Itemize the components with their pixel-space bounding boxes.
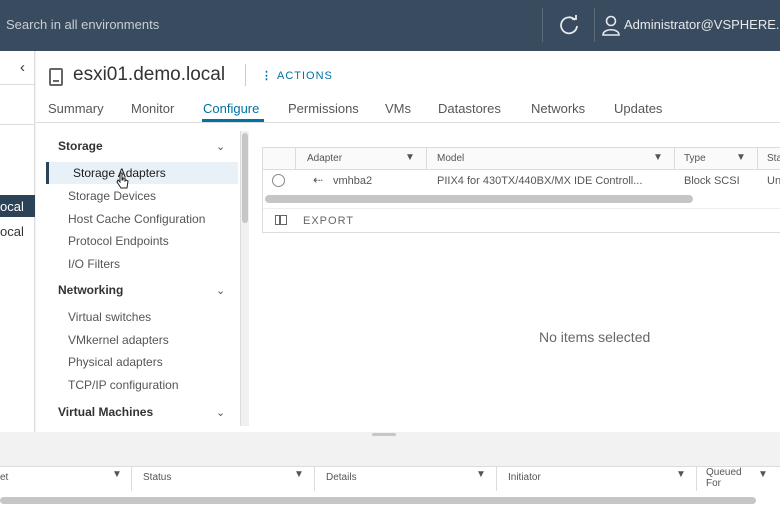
tab-summary[interactable]: Summary: [48, 101, 104, 116]
tab-vms[interactable]: VMs: [385, 101, 411, 116]
column-header-status[interactable]: Sta: [767, 153, 780, 164]
column-header-target[interactable]: et: [0, 472, 8, 483]
column-divider: [295, 148, 296, 170]
filter-icon[interactable]: ▼: [653, 152, 663, 163]
horizontal-scrollbar[interactable]: [0, 497, 756, 504]
tree-node-selected[interactable]: ocal: [0, 195, 35, 217]
column-divider: [426, 148, 427, 170]
global-search-input[interactable]: Search in all environments: [6, 17, 159, 32]
column-divider: [131, 467, 132, 491]
menu-section-networking[interactable]: Networking: [58, 283, 123, 297]
page-title: esxi01.demo.local: [73, 64, 226, 85]
main-content: esxi01.demo.local ⋮ ACTIONS Summary Monit…: [36, 51, 780, 432]
column-divider: [674, 148, 675, 170]
column-divider: [496, 467, 497, 491]
menu-item-storage-devices[interactable]: Storage Devices: [68, 189, 156, 203]
tab-permissions[interactable]: Permissions: [288, 101, 359, 116]
tree-node[interactable]: ocal: [0, 220, 35, 242]
user-icon: [602, 15, 620, 36]
column-divider: [314, 467, 315, 491]
menu-item-io-filters[interactable]: I/O Filters: [68, 257, 120, 271]
filter-icon[interactable]: ▼: [736, 152, 746, 163]
filter-icon[interactable]: ▼: [676, 469, 686, 480]
divider: [0, 84, 35, 85]
chevron-down-icon[interactable]: ⌄: [216, 140, 225, 153]
filter-icon[interactable]: ▼: [476, 469, 486, 480]
chevron-left-icon[interactable]: ‹: [20, 59, 25, 76]
cell-model: PIIX4 for 430TX/440BX/MX IDE Controll...: [437, 175, 643, 187]
column-header-details[interactable]: Details: [326, 472, 357, 483]
column-header-model[interactable]: Model: [437, 153, 464, 164]
tab-updates[interactable]: Updates: [614, 101, 662, 116]
mouse-cursor-icon: [116, 172, 129, 189]
menu-item-tcpip-configuration[interactable]: TCP/IP configuration: [68, 378, 179, 392]
menu-item-host-cache-configuration[interactable]: Host Cache Configuration: [68, 212, 205, 226]
configure-settings-menu: Storage ⌄ Storage Adapters Storage Devic…: [46, 131, 241, 426]
kebab-icon: ⋮: [261, 70, 273, 82]
chevron-down-icon[interactable]: ⌄: [216, 406, 225, 419]
divider: [0, 124, 35, 125]
chevron-down-icon[interactable]: ⌄: [216, 284, 225, 297]
cell-adapter: vmhba2: [333, 175, 373, 187]
scrollbar-thumb[interactable]: [242, 133, 248, 223]
topbar-divider: [542, 8, 543, 42]
tab-configure[interactable]: Configure: [203, 101, 259, 116]
column-header-initiator[interactable]: Initiator: [508, 472, 541, 483]
column-header-type[interactable]: Type: [684, 153, 706, 164]
cell-type: Block SCSI: [684, 175, 740, 187]
row-select-radio[interactable]: [272, 174, 285, 187]
grid-horizontal-scrollbar[interactable]: [265, 195, 693, 203]
storage-adapters-grid: Adapter ▼ Model ▼ Type ▼ Sta ⇠ vmhba2 PI…: [262, 147, 780, 233]
column-divider: [757, 148, 758, 170]
tab-bar: Summary Monitor Configure Permissions VM…: [36, 97, 780, 123]
cell-status: Un: [767, 175, 780, 187]
active-tab-indicator: [202, 119, 264, 122]
recent-tasks-panel: et ▼ Status ▼ Details ▼ Initiator ▼ Queu…: [0, 466, 780, 516]
actions-menu[interactable]: ⋮ ACTIONS: [261, 69, 333, 82]
refresh-icon[interactable]: [556, 12, 582, 38]
topbar-divider: [594, 8, 595, 42]
filter-icon[interactable]: ▼: [112, 469, 122, 480]
panel-splitter[interactable]: [0, 432, 780, 468]
tab-monitor[interactable]: Monitor: [131, 101, 174, 116]
column-header-queued-for[interactable]: Queued For: [706, 467, 750, 489]
export-button[interactable]: EXPORT: [303, 215, 354, 227]
column-header-status[interactable]: Status: [143, 472, 171, 483]
menu-item-virtual-switches[interactable]: Virtual switches: [68, 310, 151, 324]
adapter-icon: ⇠: [313, 173, 324, 187]
filter-icon[interactable]: ▼: [294, 469, 304, 480]
tab-datastores[interactable]: Datastores: [438, 101, 501, 116]
tab-networks[interactable]: Networks: [531, 101, 585, 116]
divider: [245, 64, 246, 86]
table-row[interactable]: ⇠ vmhba2 PIIX4 for 430TX/440BX/MX IDE Co…: [263, 170, 780, 192]
filter-icon[interactable]: ▼: [758, 469, 768, 480]
menu-item-vmkernel-adapters[interactable]: VMkernel adapters: [68, 333, 169, 347]
menu-section-storage[interactable]: Storage: [58, 139, 103, 153]
details-empty-message: No items selected: [539, 329, 651, 345]
menu-item-protocol-endpoints[interactable]: Protocol Endpoints: [68, 234, 169, 248]
column-header-adapter[interactable]: Adapter: [307, 153, 342, 164]
menu-section-virtual-machines[interactable]: Virtual Machines: [58, 405, 153, 419]
column-divider: [696, 467, 697, 491]
filter-icon[interactable]: ▼: [405, 152, 415, 163]
menu-scrollbar[interactable]: [241, 131, 249, 426]
splitter-handle[interactable]: [372, 433, 396, 436]
top-bar: Search in all environments Administrator…: [0, 0, 780, 51]
inventory-tree-panel: ‹ ocal ocal: [0, 51, 35, 432]
host-icon: [49, 68, 63, 86]
grid-footer: EXPORT: [263, 208, 780, 232]
menu-item-physical-adapters[interactable]: Physical adapters: [68, 355, 163, 369]
user-menu[interactable]: Administrator@VSPHERE.L: [624, 17, 780, 32]
menu-item-storage-adapters[interactable]: Storage Adapters: [46, 162, 238, 184]
grid-header: Adapter ▼ Model ▼ Type ▼ Sta: [263, 148, 780, 170]
column-toggle-icon[interactable]: [275, 215, 287, 225]
